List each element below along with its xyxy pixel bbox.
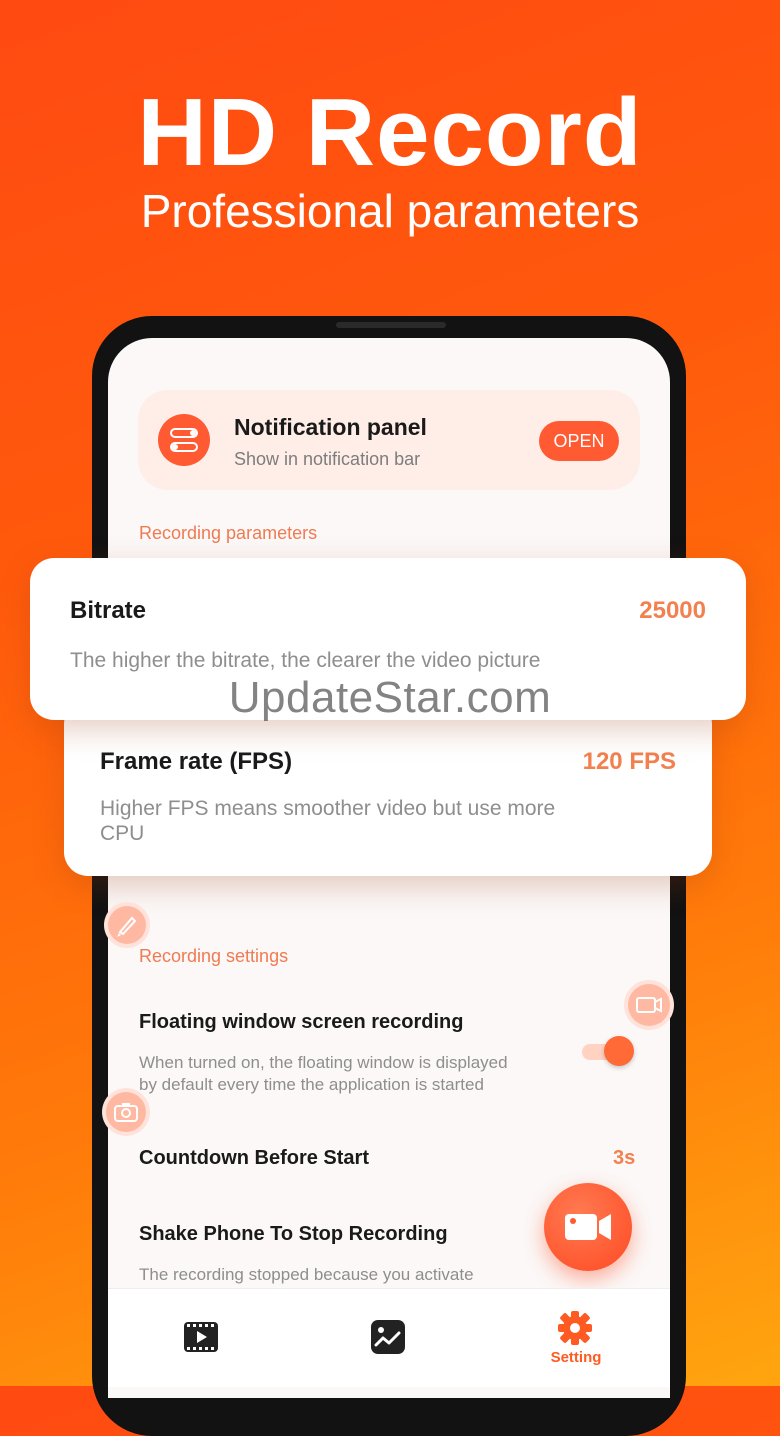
shake-to-stop-description: The recording stopped because you activa… bbox=[139, 1265, 474, 1284]
settings-gear-icon[interactable] bbox=[556, 1309, 594, 1347]
open-notification-panel-button[interactable]: OPEN bbox=[539, 421, 619, 461]
countdown-value[interactable]: 3s bbox=[613, 1147, 635, 1170]
floating-window-title: Floating window screen recording bbox=[139, 1011, 464, 1033]
bitrate-description: The higher the bitrate, the clearer the … bbox=[70, 649, 541, 672]
nav-setting-label[interactable]: Setting bbox=[526, 1349, 626, 1366]
gallery-icon[interactable] bbox=[370, 1319, 406, 1355]
floating-window-description-line1: When turned on, the floating window is d… bbox=[139, 1053, 508, 1072]
phone-notch bbox=[336, 322, 446, 328]
floating-window-description-line2: by default every time the application is… bbox=[139, 1075, 484, 1094]
video-list-icon[interactable] bbox=[183, 1319, 219, 1355]
notification-panel-subtitle: Show in notification bar bbox=[234, 449, 421, 469]
shake-to-stop-title[interactable]: Shake Phone To Stop Recording bbox=[139, 1223, 448, 1246]
recording-parameters-label: Recording parameters bbox=[139, 523, 318, 543]
floating-window-toggle[interactable] bbox=[582, 1036, 634, 1066]
notification-panel-title: Notification panel bbox=[234, 414, 427, 440]
toggle-switches-icon bbox=[158, 414, 210, 466]
toggle-knob bbox=[604, 1036, 634, 1066]
frame-rate-card[interactable] bbox=[64, 700, 712, 876]
watermark-text: UpdateStar.com bbox=[228, 673, 552, 722]
record-camera-icon bbox=[565, 1214, 611, 1240]
start-recording-button[interactable] bbox=[544, 1183, 632, 1271]
frame-rate-value: 120 FPS bbox=[582, 748, 676, 775]
countdown-title[interactable]: Countdown Before Start bbox=[139, 1147, 369, 1170]
frame-rate-description-line1: Higher FPS means smoother video but use … bbox=[100, 797, 556, 820]
promo-subheadline: Professional parameters bbox=[140, 185, 640, 237]
frame-rate-description-line2: CPU bbox=[100, 822, 145, 845]
bitrate-value: 25000 bbox=[639, 597, 706, 624]
frame-rate-title: Frame rate (FPS) bbox=[100, 748, 293, 775]
recording-settings-label: Recording settings bbox=[139, 946, 289, 966]
bitrate-title: Bitrate bbox=[70, 597, 147, 624]
brush-icon bbox=[104, 902, 150, 948]
video-camera-icon bbox=[624, 980, 674, 1030]
promo-headline: HD Record bbox=[137, 79, 643, 186]
